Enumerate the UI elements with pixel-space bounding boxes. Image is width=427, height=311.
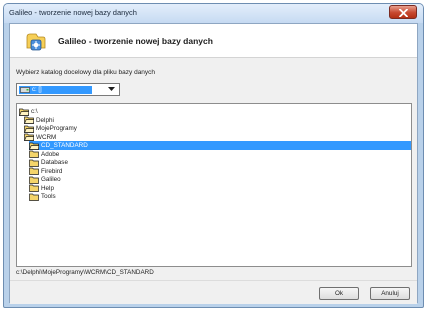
tree-item[interactable]: Tools xyxy=(29,192,56,201)
tree-item-selected[interactable]: CD_STANDARD xyxy=(29,141,411,150)
folder-open-icon xyxy=(29,142,39,150)
tree-item-label: Firebird xyxy=(41,167,63,175)
tree-item-label: Database xyxy=(41,159,68,166)
folder-icon xyxy=(29,167,39,175)
folder-open-icon xyxy=(24,116,34,124)
tree-item-label: Galileo xyxy=(41,176,61,183)
ok-button[interactable]: Ok xyxy=(319,287,359,300)
cancel-button[interactable]: Anuluj xyxy=(370,287,410,300)
drive-select[interactable]: c: [] xyxy=(16,83,120,96)
chevron-down-icon[interactable] xyxy=(108,87,115,92)
tree-item-label: MojeProgramy xyxy=(36,125,77,132)
tree-item-label: Tools xyxy=(41,193,56,200)
folder-prompt-label: Wybierz katalog docelowy dla pliku bazy … xyxy=(16,69,156,76)
folder-icon xyxy=(29,176,39,184)
selected-path: c:\Delphi\MojeProgramy\WCRM\CD_STANDARD xyxy=(16,269,154,276)
folder-open-icon xyxy=(24,125,34,133)
folder-open-icon xyxy=(24,133,34,141)
drive-icon xyxy=(20,87,30,93)
close-button[interactable] xyxy=(389,5,417,19)
dialog-header: Galileo - tworzenie nowej bazy danych xyxy=(10,24,417,58)
window-title: Galileo - tworzenie nowej bazy danych xyxy=(9,8,137,17)
dialog-footer: Ok Anuluj xyxy=(10,280,417,304)
tree-item-label: c:\ xyxy=(31,108,38,115)
tree-item-label: Delphi xyxy=(36,116,54,124)
folder-tree[interactable]: c:\ Delphi MojeProgramy WCRM CD_STANDARD Adob… xyxy=(16,103,412,267)
dialog-window: Galileo - tworzenie nowej bazy danych Ga… xyxy=(3,3,424,308)
dialog-heading: Galileo - tworzenie nowej bazy danych xyxy=(58,36,213,46)
close-icon xyxy=(399,9,408,17)
folder-icon xyxy=(29,150,39,158)
folder-open-icon xyxy=(19,108,29,116)
tree-item-label: WCRM xyxy=(36,133,57,141)
tree-item-label: Help xyxy=(41,184,54,192)
title-bar[interactable]: Galileo - tworzenie nowej bazy danych xyxy=(4,4,423,23)
tree-item-label: CD_STANDARD xyxy=(41,142,88,149)
tree-item-label: Adobe xyxy=(41,150,60,158)
drive-label: c: [] xyxy=(32,87,42,93)
folder-icon xyxy=(29,159,39,167)
folder-icon xyxy=(29,193,39,201)
dialog-body: Galileo - tworzenie nowej bazy danych Wy… xyxy=(9,23,418,304)
drive-selected-value: c: [] xyxy=(19,86,92,94)
folder-icon xyxy=(29,184,39,192)
database-wizard-icon xyxy=(26,33,46,51)
